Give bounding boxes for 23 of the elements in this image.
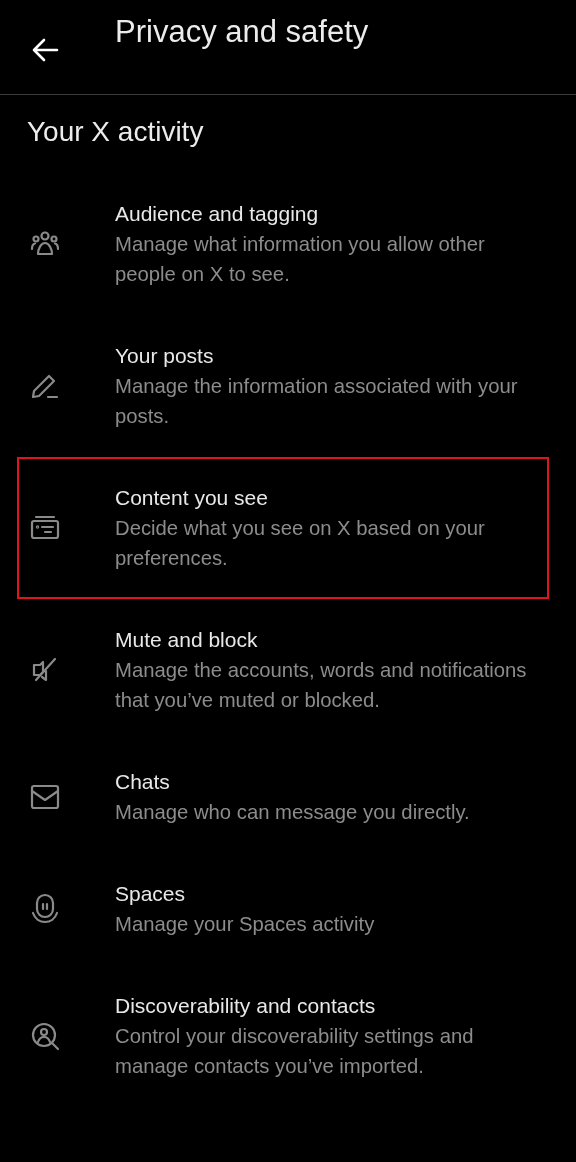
item-title: Audience and tagging [115, 201, 320, 227]
item-description: Control your discoverability settings and manage contacts you’ve imported. [115, 1024, 475, 1079]
item-title: Your posts [115, 343, 215, 369]
item-description: Decide what you see on X based on your preferences. [115, 516, 486, 571]
item-description: Manage who can message you directly. [115, 800, 471, 825]
page-title: Privacy and safety [115, 14, 369, 50]
item-title: Content you see [115, 485, 269, 511]
item-description: Manage what information you allow other people on X to see. [115, 232, 486, 287]
item-title: Spaces [115, 881, 187, 907]
settings-item[interactable]: Discoverability and contacts Control your discoverability settings and manage contacts you’ve imported. [17, 965, 549, 1107]
item-description: Manage your Spaces activity [115, 912, 376, 937]
settings-item[interactable]: Audience and tagging Manage what information you allow other people on X to see. [17, 173, 549, 315]
highlighted-settings-item[interactable]: Content you see Decide what you see on X based on your preferences. [17, 457, 549, 599]
settings-item[interactable]: Mute and block Manage the accounts, words and notifications that you’ve muted or blocked. [17, 599, 549, 741]
item-title: Discoverability and contacts [115, 993, 377, 1019]
item-title: Mute and block [115, 627, 259, 653]
item-description: Manage the accounts, words and notifications that you’ve muted or blocked. [115, 658, 528, 713]
item-title: Chats [115, 769, 171, 795]
item-description: Manage the information associated with your posts. [115, 374, 519, 429]
settings-item[interactable]: Spaces Manage your Spaces activity [17, 853, 549, 965]
section-title: Your X activity [27, 115, 205, 149]
settings-item[interactable]: Your posts Manage the information associated with your posts. [17, 315, 549, 457]
settings-item[interactable]: Chats Manage who can message you directly. [17, 741, 549, 853]
